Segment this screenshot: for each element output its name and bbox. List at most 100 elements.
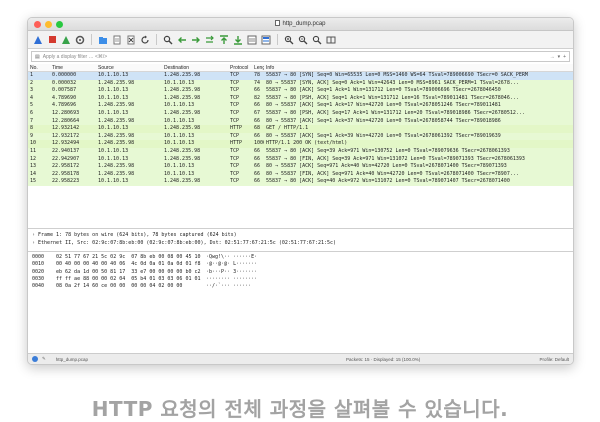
- packet-row[interactable]: 5 4.789696 1.248.235.98 10.1.10.13 TCP 66 80 →…: [28, 102, 573, 110]
- cell-source: 10.1.10.13: [98, 109, 129, 116]
- hex-row[interactable]: 0000 02 51 77 67 21 5c 02 9c 07 8b eb 00 …: [32, 254, 569, 261]
- cell-info: 80 → 55837 [ACK] Seq=1 Ack=17 Win=42720 …: [266, 102, 501, 109]
- close-file-icon[interactable]: [125, 34, 137, 46]
- filter-apply-button[interactable]: →: [550, 54, 555, 60]
- packet-row[interactable]: 4 4.789690 10.1.10.13 1.248.235.98 TCP 82 5583…: [28, 94, 573, 103]
- col-header-source[interactable]: Source: [96, 64, 162, 71]
- col-header-no[interactable]: No.: [28, 64, 50, 71]
- shark-fin-icon[interactable]: [32, 34, 44, 46]
- packet-row[interactable]: 8 12.932142 10.1.10.13 1.248.235.98 HTTP 68 GE…: [28, 125, 573, 133]
- display-filter-bar[interactable]: ▤ Apply a display filter … <⌘/> → ▾ +: [31, 51, 570, 62]
- cell-source: 10.1.10.13: [98, 94, 129, 101]
- back-arrow-icon[interactable]: [176, 34, 188, 46]
- zoom-reset-icon[interactable]: [311, 34, 323, 46]
- resize-columns-icon[interactable]: [325, 34, 337, 46]
- col-header-length[interactable]: Length: [252, 64, 264, 71]
- packet-row[interactable]: 2 0.000032 1.248.235.98 10.1.10.13 TCP 74 80 →…: [28, 79, 573, 88]
- cell-time: 12.932172: [52, 132, 80, 139]
- hex-ascii: ·Qwg!\·· ······E·: [206, 254, 258, 260]
- cell-info: 80 → 55837 [FIN, ACK] Seq=971 Ack=40 Win…: [266, 170, 519, 177]
- last-packet-icon[interactable]: [232, 34, 244, 46]
- packet-row[interactable]: 9 12.932172 1.248.235.98 10.1.10.13 TCP 66 80 …: [28, 132, 573, 141]
- cell-no: 14: [30, 170, 37, 177]
- cell-time: 4.789696: [52, 102, 77, 109]
- packet-row[interactable]: 10 12.932494 1.248.235.98 10.1.10.13 HTTP 100…: [28, 140, 573, 148]
- reload-icon[interactable]: [139, 34, 151, 46]
- packet-row[interactable]: 13 22.958172 1.248.235.98 10.1.10.13 TCP 66 80…: [28, 163, 573, 171]
- cell-length: 66: [254, 102, 261, 109]
- packet-row[interactable]: 1 0.000000 10.1.10.13 1.248.235.98 TCP 78 5583…: [28, 72, 573, 80]
- zoom-out-icon[interactable]: [297, 34, 309, 46]
- filter-bookmark-icon[interactable]: ▤: [35, 54, 40, 60]
- packet-bytes-pane[interactable]: 0000 02 51 77 67 21 5c 02 9c 07 8b eb 00 …: [28, 252, 573, 342]
- hex-row[interactable]: 0030 ff ff ae 88 00 00 02 04 05 b4 01 03 …: [32, 276, 569, 283]
- display-filter-input[interactable]: Apply a display filter … <⌘/>: [43, 54, 550, 60]
- filter-history-dropdown[interactable]: ▾: [558, 54, 561, 60]
- zoom-in-icon[interactable]: [283, 34, 295, 46]
- hex-row[interactable]: 0020 eb 62 da 1d 00 50 81 17 33 e7 00 00 …: [32, 269, 569, 276]
- col-header-info[interactable]: Info: [264, 64, 573, 71]
- wireshark-window: http_dump.pcap ▤ Apply a display filter …: [27, 17, 574, 365]
- cell-no: 15: [30, 178, 37, 185]
- cell-length: 66: [254, 132, 261, 139]
- open-folder-icon[interactable]: [97, 34, 109, 46]
- col-header-protocol[interactable]: Protocol: [228, 64, 252, 71]
- restart-icon[interactable]: [60, 34, 72, 46]
- cell-info: 55837 → 80 [ACK] Seq=40 Ack=972 Win=1310…: [266, 178, 510, 185]
- cell-no: 13: [30, 163, 37, 170]
- status-profile[interactable]: Profile: Default: [539, 357, 569, 362]
- cell-destination: 1.248.235.98: [164, 125, 201, 132]
- cell-info: 55837 → 80 [ACK] Seq=39 Ack=971 Win=1307…: [266, 147, 510, 154]
- detail-line-ethernet[interactable]: › Ethernet II, Src: 02:9c:07:8b:eb:00 (02…: [32, 239, 569, 247]
- options-gear-icon[interactable]: [74, 34, 86, 46]
- packet-row[interactable]: 14 22.958178 1.248.235.98 10.1.10.13 TCP 66 80…: [28, 170, 573, 179]
- cell-source: 1.248.235.98: [98, 163, 135, 170]
- col-header-time[interactable]: Time: [50, 64, 96, 71]
- cell-time: 22.940137: [52, 147, 80, 154]
- cell-info: 80 → 55837 [SYN, ACK] Seq=0 Ack=1 Win=42…: [266, 79, 519, 86]
- cell-source: 1.248.235.98: [98, 117, 135, 124]
- hex-row[interactable]: 0010 00 40 00 00 40 00 40 06 4c 0d 0a 01 …: [32, 261, 569, 268]
- cell-protocol: HTTP: [230, 125, 243, 132]
- hex-row[interactable]: 0040 08 0a 2f 14 60 ce 00 00 00 00 04 02 …: [32, 283, 569, 290]
- colorize-icon[interactable]: [260, 34, 272, 46]
- col-header-destination[interactable]: Destination: [162, 64, 228, 71]
- capture-status-icon[interactable]: [32, 356, 38, 362]
- cell-info: 55837 → 80 [PSH, ACK] Seq=17 Ack=1 Win=1…: [266, 109, 525, 116]
- packet-row[interactable]: 6 12.280693 10.1.10.13 1.248.235.98 TCP 67 558…: [28, 109, 573, 118]
- packet-row[interactable]: 7 12.280664 1.248.235.98 10.1.10.13 TCP 66 80 …: [28, 117, 573, 126]
- cell-destination: 1.248.235.98: [164, 147, 201, 154]
- hex-bytes: 00 40 00 00 40 00 40 06 4c 0d 0a 01 0a 0…: [56, 261, 201, 268]
- caption-text: HTTP 요청의 전체 과정을 살펴볼 수 있습니다.: [91, 397, 509, 421]
- packet-details-pane[interactable]: › Frame 1: 78 bytes on wire (624 bits), 7…: [28, 228, 573, 252]
- cell-info: 55837 → 80 [PSH, ACK] Seq=1 Ack=1 Win=13…: [266, 94, 519, 101]
- autoscroll-icon[interactable]: [246, 34, 258, 46]
- status-bar: ✎ http_dump.pcap Packets: 15 · Displayed…: [28, 353, 573, 364]
- save-file-icon[interactable]: [111, 34, 123, 46]
- cell-protocol: TCP: [230, 79, 240, 86]
- packet-row[interactable]: 12 22.942907 10.1.10.13 1.248.235.98 TCP 66 55…: [28, 155, 573, 164]
- edit-comment-icon[interactable]: ✎: [42, 356, 46, 362]
- cell-source: 10.1.10.13: [98, 72, 129, 78]
- forward-arrow-icon[interactable]: [190, 34, 202, 46]
- detail-line-frame[interactable]: › Frame 1: 78 bytes on wire (624 bits), 7…: [32, 231, 569, 239]
- packet-row[interactable]: 15 22.958223 10.1.10.13 1.248.235.98 TCP 66 55…: [28, 178, 573, 186]
- packet-row[interactable]: 3 0.007587 10.1.10.13 1.248.235.98 TCP 66 5583…: [28, 87, 573, 95]
- cell-info: GET / HTTP/1.1: [266, 125, 309, 132]
- packet-list[interactable]: No. Time Source Destination Protocol Len…: [28, 64, 573, 228]
- first-packet-icon[interactable]: [218, 34, 230, 46]
- filter-add-button[interactable]: +: [563, 54, 566, 60]
- cell-source: 10.1.10.13: [98, 87, 129, 94]
- go-to-packet-icon[interactable]: [204, 34, 216, 46]
- cell-protocol: TCP: [230, 163, 240, 170]
- cell-protocol: TCP: [230, 117, 240, 124]
- cell-length: 66: [254, 178, 261, 185]
- cell-time: 12.932142: [52, 125, 80, 132]
- stop-icon[interactable]: [46, 34, 58, 46]
- cell-source: 10.1.10.13: [98, 178, 129, 185]
- hex-bytes: 08 0a 2f 14 60 ce 00 00 00 00 04 02 00 0…: [56, 283, 183, 290]
- cell-length: 1006: [254, 140, 264, 147]
- find-icon[interactable]: [162, 34, 174, 46]
- packet-row[interactable]: 11 22.940137 10.1.10.13 1.248.235.98 TCP 66 55…: [28, 147, 573, 156]
- cell-time: 22.958223: [52, 178, 80, 185]
